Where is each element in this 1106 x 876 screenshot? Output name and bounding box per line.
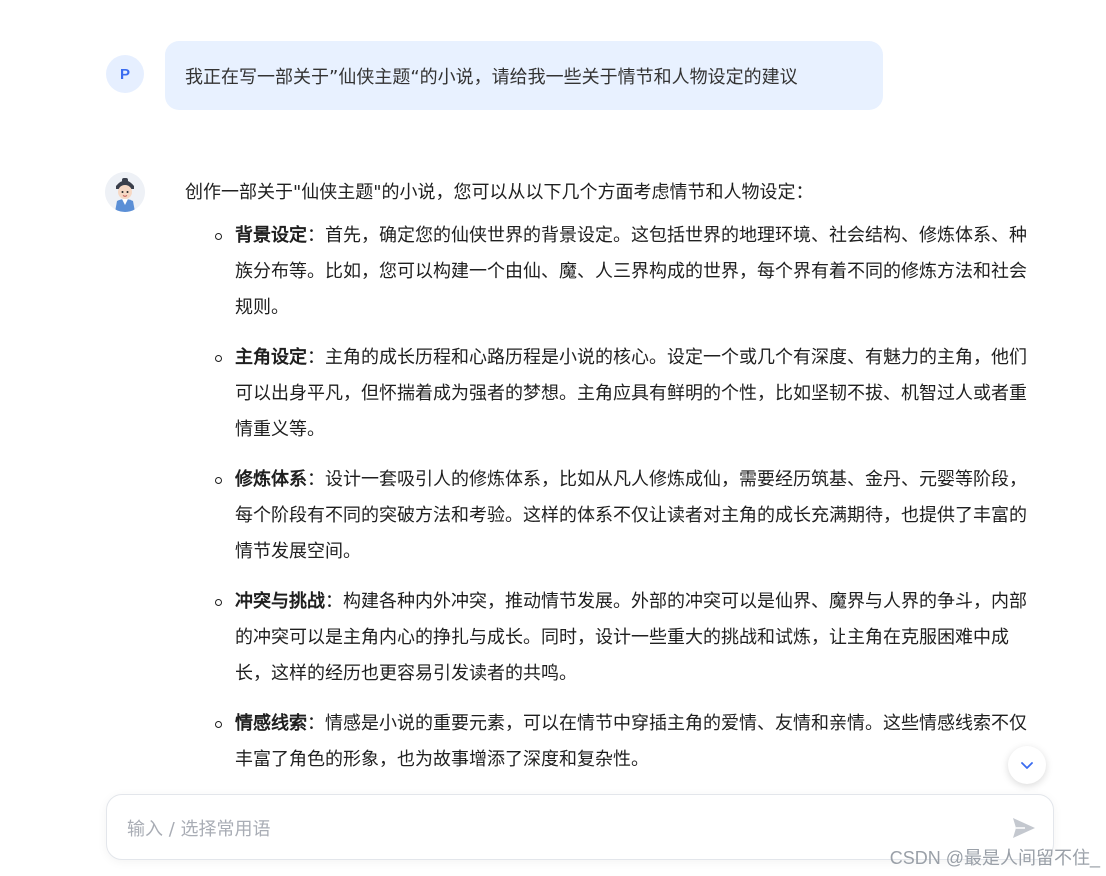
bullet-icon <box>215 477 222 484</box>
cartoon-avatar-icon <box>105 172 145 212</box>
chevron-down-icon <box>1021 762 1033 769</box>
send-icon <box>1013 818 1035 838</box>
list-item-title: 冲突与挑战 <box>235 591 325 612</box>
scroll-to-bottom-button[interactable] <box>1008 746 1046 784</box>
list-item-text: ：设计一套吸引人的修炼体系，比如从凡人修炼成仙，需要经历筑基、金丹、元婴等阶段，… <box>235 469 1027 562</box>
assistant-avatar <box>105 172 145 212</box>
bullet-icon <box>215 721 222 728</box>
list-item-text: ：首先，确定您的仙侠世界的背景设定。这包括世界的地理环境、社会结构、修炼体系、种… <box>235 225 1027 318</box>
suggestion-list: 背景设定：首先，确定您的仙侠世界的背景设定。这包括世界的地理环境、社会结构、修炼… <box>185 218 1041 776</box>
chat-page: P 我正在写一部关于”仙侠主题“的小说，请给我一些关于情节和人物设定的建议 创作… <box>0 0 1106 876</box>
list-item-title: 背景设定 <box>235 225 307 246</box>
list-item: 修炼体系：设计一套吸引人的修炼体系，比如从凡人修炼成仙，需要经历筑基、金丹、元婴… <box>185 462 1041 570</box>
bullet-icon <box>215 599 222 606</box>
list-item: 情感线索：情感是小说的重要元素，可以在情节中穿插主角的爱情、友情和亲情。这些情感… <box>185 706 1041 776</box>
bullet-icon <box>215 233 222 240</box>
list-item-text: ：构建各种内外冲突，推动情节发展。外部的冲突可以是仙界、魔界与人界的争斗，内部的… <box>235 591 1027 684</box>
list-item-title: 主角设定 <box>235 347 307 368</box>
assistant-message: 创作一部关于"仙侠主题"的小说，您可以从以下几个方面考虑情节和人物设定： 背景设… <box>185 176 1041 776</box>
user-avatar: P <box>106 55 144 93</box>
watermark: CSDN @最是人间留不住_ <box>889 848 1100 868</box>
list-item: 冲突与挑战：构建各种内外冲突，推动情节发展。外部的冲突可以是仙界、魔界与人界的争… <box>185 584 1041 692</box>
list-item: 主角设定：主角的成长历程和心路历程是小说的核心。设定一个或几个有深度、有魅力的主… <box>185 340 1041 448</box>
list-item-text: ：主角的成长历程和心路历程是小说的核心。设定一个或几个有深度、有魅力的主角，他们… <box>235 347 1027 440</box>
user-avatar-letter: P <box>119 65 130 83</box>
user-message-text: 我正在写一部关于”仙侠主题“的小说，请给我一些关于情节和人物设定的建议 <box>185 66 798 88</box>
send-button[interactable] <box>1009 813 1039 843</box>
list-item-title: 情感线索 <box>235 713 307 734</box>
list-item-text: ：情感是小说的重要元素，可以在情节中穿插主角的爱情、友情和亲情。这些情感线索不仅… <box>235 713 1027 770</box>
bullet-icon <box>215 355 222 362</box>
assistant-intro: 创作一部关于"仙侠主题"的小说，您可以从以下几个方面考虑情节和人物设定： <box>185 182 814 203</box>
list-item: 背景设定：首先，确定您的仙侠世界的背景设定。这包括世界的地理环境、社会结构、修炼… <box>185 218 1041 326</box>
user-message-bubble: 我正在写一部关于”仙侠主题“的小说，请给我一些关于情节和人物设定的建议 <box>165 41 883 110</box>
message-input[interactable] <box>125 809 989 849</box>
list-item-title: 修炼体系 <box>235 469 307 490</box>
